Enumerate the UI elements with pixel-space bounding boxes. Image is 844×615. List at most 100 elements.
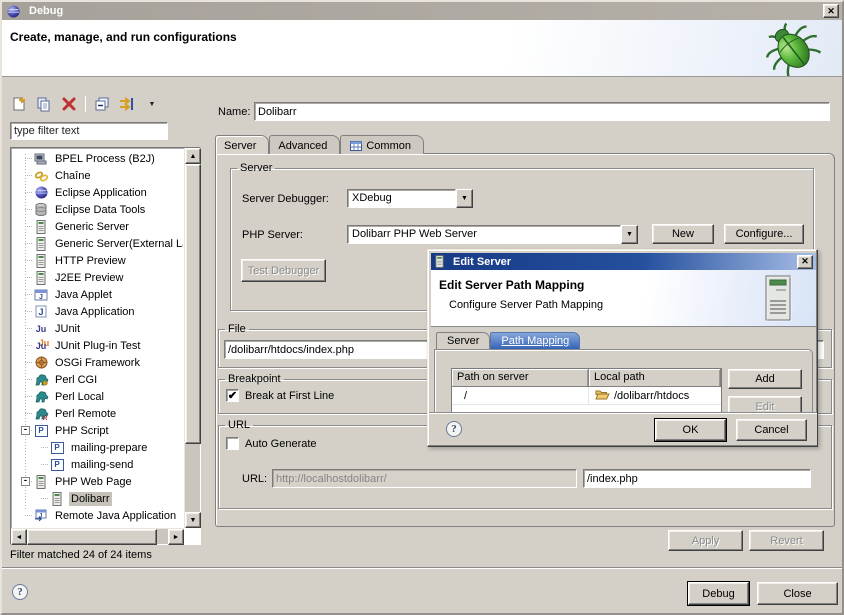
- configure-server-button[interactable]: Configure...: [724, 224, 804, 244]
- tree-item-java-application[interactable]: J Java Application: [12, 303, 183, 320]
- server-icon: [33, 271, 49, 285]
- debug-button[interactable]: Debug: [688, 582, 749, 605]
- tree-item-perl-remote[interactable]: R Perl Remote: [12, 405, 183, 422]
- collapse-expander-icon[interactable]: -: [21, 426, 30, 435]
- configurations-toolbar: ▼: [10, 92, 161, 116]
- cancel-button[interactable]: Cancel: [736, 419, 807, 441]
- chevron-down-icon[interactable]: ▼: [456, 189, 473, 208]
- scroll-down-icon[interactable]: ▼: [185, 512, 201, 528]
- revert-button[interactable]: Revert: [749, 530, 824, 551]
- svg-text:J: J: [39, 294, 43, 301]
- tree-item-junit-plugin-test[interactable]: Ju JUnit Plug-in Test: [12, 337, 183, 354]
- toolbar-menu-chevron-icon[interactable]: ▼: [143, 95, 161, 113]
- dialog-title-bar[interactable]: Edit Server ✕: [431, 253, 816, 270]
- collapse-expander-icon[interactable]: -: [21, 477, 30, 486]
- server-debugger-label: Server Debugger:: [242, 193, 329, 205]
- tree-item-osgi-framework[interactable]: OSGi Framework: [12, 354, 183, 371]
- tree-item-mailing-send[interactable]: P mailing-send: [12, 456, 183, 473]
- filter-icon[interactable]: [118, 95, 136, 113]
- tree-vertical-scrollbar[interactable]: ▲ ▼: [184, 148, 200, 528]
- name-input[interactable]: [254, 102, 830, 121]
- dialog-tabs: Server Path Mapping: [436, 332, 580, 350]
- dialog-subheading: Configure Server Path Mapping: [431, 292, 816, 311]
- osgi-icon: [33, 356, 49, 370]
- server-debugger-select[interactable]: XDebug ▼: [347, 189, 473, 208]
- tree-item-generic-server-external[interactable]: Generic Server(External La: [12, 235, 183, 252]
- edit-server-dialog: Edit Server ✕ Edit Server Path Mapping C…: [427, 249, 818, 447]
- tree-item-bpel-process[interactable]: BPEL Process (B2J): [12, 150, 183, 167]
- filter-input[interactable]: [10, 122, 168, 140]
- tree-item-php-web-page[interactable]: - PHP Web Page: [12, 473, 183, 490]
- vertical-scroll-thumb[interactable]: [185, 164, 201, 444]
- tree-item-remote-java-application[interactable]: J Remote Java Application: [12, 507, 183, 524]
- scroll-up-icon[interactable]: ▲: [185, 148, 201, 164]
- collapse-all-icon[interactable]: [93, 95, 111, 113]
- tree-item-mailing-prepare[interactable]: P mailing-prepare: [12, 439, 183, 456]
- auto-generate-checkbox[interactable]: [226, 437, 239, 450]
- add-mapping-button[interactable]: Add: [728, 369, 802, 389]
- test-debugger-button[interactable]: Test Debugger: [241, 259, 326, 282]
- new-server-button[interactable]: New: [652, 224, 714, 244]
- server-icon: [33, 237, 49, 251]
- tree-item-perl-local[interactable]: Perl Local: [12, 388, 183, 405]
- debug-dialog-window: Debug ✕ Create, manage, and run configur…: [0, 0, 844, 615]
- duplicate-icon[interactable]: [35, 95, 53, 113]
- tab-advanced[interactable]: Advanced: [269, 135, 340, 154]
- php-server-label: PHP Server:: [242, 229, 303, 241]
- scroll-right-icon[interactable]: ►: [168, 529, 184, 545]
- column-path-on-server[interactable]: Path on server: [452, 369, 589, 387]
- scroll-left-icon[interactable]: ◄: [11, 529, 27, 545]
- dialog-tab-path-mapping[interactable]: Path Mapping: [490, 332, 580, 350]
- tree-item-chaine[interactable]: Chaîne: [12, 167, 183, 184]
- tree-item-generic-server[interactable]: Generic Server: [12, 218, 183, 235]
- ok-button[interactable]: OK: [655, 419, 726, 441]
- dialog-header: Edit Server Path Mapping Configure Serve…: [431, 270, 816, 327]
- perl-camel-icon: [33, 390, 49, 404]
- break-at-first-line-checkbox[interactable]: ✔: [226, 389, 239, 402]
- apply-button[interactable]: Apply: [668, 530, 743, 551]
- server-tower-icon: [762, 275, 794, 325]
- page-title: Create, manage, and run configurations: [2, 20, 842, 44]
- window-title-bar[interactable]: Debug ✕: [2, 2, 842, 20]
- tree-item-java-applet[interactable]: J Java Applet: [12, 286, 183, 303]
- dialog-close-button[interactable]: ✕: [797, 255, 813, 269]
- tree-item-perl-cgi[interactable]: Perl CGI: [12, 371, 183, 388]
- server-icon: [49, 492, 65, 506]
- junit-icon: Ju: [33, 322, 49, 336]
- remote-java-icon: J: [33, 509, 49, 523]
- tree-horizontal-scrollbar[interactable]: ◄ ►: [11, 528, 184, 544]
- tree-item-http-preview[interactable]: HTTP Preview: [12, 252, 183, 269]
- chevron-down-icon[interactable]: ▼: [621, 225, 638, 244]
- break-at-first-line-label: Break at First Line: [245, 390, 334, 402]
- chain-icon: [33, 169, 49, 183]
- tree-item-junit[interactable]: Ju JUnit: [12, 320, 183, 337]
- tree-item-eclipse-application[interactable]: Eclipse Application: [12, 184, 183, 201]
- delete-icon[interactable]: [60, 95, 78, 113]
- perl-camel-icon: [33, 373, 49, 387]
- dialog-help-icon[interactable]: ?: [446, 421, 462, 437]
- selected-tree-item-label: Dolibarr: [69, 492, 112, 506]
- help-icon[interactable]: ?: [12, 584, 28, 600]
- table-row[interactable]: / /dolibarr/htdocs: [452, 387, 721, 405]
- configuration-tabs: Server Advanced Common: [215, 135, 424, 154]
- java-icon: J: [33, 305, 49, 319]
- tree-item-j2ee-preview[interactable]: J2EE Preview: [12, 269, 183, 286]
- tree-item-php-script[interactable]: - P PHP Script: [12, 422, 183, 439]
- server-icon: [33, 254, 49, 268]
- debug-bug-icon: [760, 22, 826, 76]
- new-configuration-icon[interactable]: [10, 95, 28, 113]
- php-server-select[interactable]: Dolibarr PHP Web Server ▼: [347, 225, 638, 244]
- dialog-tab-server[interactable]: Server: [436, 332, 490, 350]
- column-local-path[interactable]: Local path: [589, 369, 721, 387]
- url-path-input[interactable]: [583, 469, 811, 488]
- close-button[interactable]: Close: [757, 582, 838, 605]
- window-close-button[interactable]: ✕: [823, 4, 839, 18]
- tab-common[interactable]: Common: [340, 135, 424, 154]
- name-label: Name:: [218, 106, 250, 118]
- tree-item-dolibarr[interactable]: Dolibarr: [12, 490, 183, 507]
- tree-item-eclipse-data-tools[interactable]: Eclipse Data Tools: [12, 201, 183, 218]
- dialog-heading: Edit Server Path Mapping: [431, 270, 816, 292]
- junit-plugin-icon: Ju: [33, 339, 49, 353]
- horizontal-scroll-thumb[interactable]: [27, 529, 157, 545]
- tab-server[interactable]: Server: [215, 135, 269, 154]
